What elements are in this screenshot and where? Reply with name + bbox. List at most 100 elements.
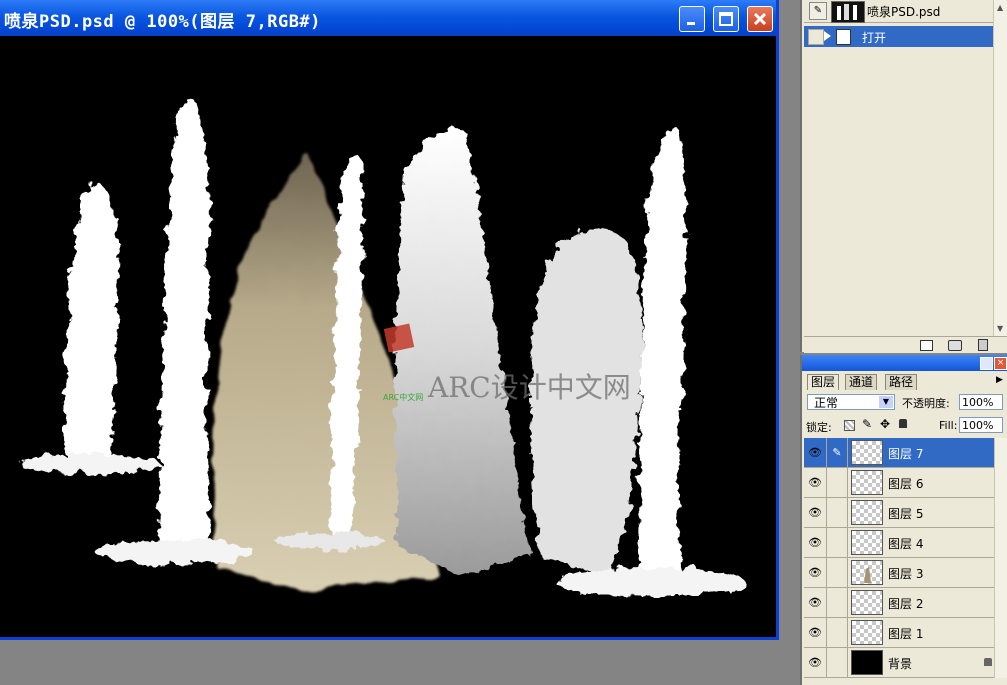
tab-label: 图层 bbox=[811, 375, 836, 389]
layer-thumbnail bbox=[851, 590, 883, 615]
brush-icon: ✎ bbox=[832, 446, 842, 459]
fill-label: Fill: bbox=[939, 419, 958, 432]
document-titlebar[interactable]: 喷泉PSD.psd @ 100%(图层 7,RGB#) bbox=[0, 0, 776, 36]
chevron-down-icon: ▼ bbox=[879, 396, 893, 408]
layer-name: 图层 4 bbox=[888, 537, 924, 551]
link-cell[interactable] bbox=[827, 648, 848, 677]
layer-name: 图层 5 bbox=[888, 507, 924, 521]
layer-row-3[interactable]: 👁 图层 3 bbox=[804, 558, 1007, 588]
layer-row-2[interactable]: 👁 图层 2 bbox=[804, 588, 1007, 618]
layers-scrollbar[interactable] bbox=[994, 438, 1007, 678]
blend-mode-select[interactable]: 正常 ▼ bbox=[807, 394, 895, 410]
lock-move-icon[interactable]: ✥ bbox=[880, 417, 890, 431]
layers-panel-titlebar[interactable]: × bbox=[802, 355, 1007, 371]
link-cell[interactable] bbox=[827, 528, 848, 557]
document-window: 喷泉PSD.psd @ 100%(图层 7,RGB#) ARC设计中文网 ARC… bbox=[0, 0, 779, 640]
layers-panel: × 图层 通道 路径 ▶ 正常 ▼ 不透明度: 100% 锁定: ✎ ✥ Fil… bbox=[800, 355, 1007, 685]
opacity-value: 100% bbox=[962, 396, 994, 409]
trash-icon[interactable] bbox=[978, 339, 988, 351]
eye-icon: 👁 bbox=[808, 446, 822, 459]
tab-label: 通道 bbox=[849, 375, 874, 389]
layer-thumbnail bbox=[851, 500, 883, 525]
link-cell[interactable]: ✎ bbox=[827, 438, 848, 467]
history-scrollbar[interactable]: ▲ ▼ bbox=[993, 0, 1007, 336]
visibility-toggle[interactable]: 👁 bbox=[804, 468, 827, 497]
link-cell[interactable] bbox=[827, 588, 848, 617]
lock-transparent-icon[interactable] bbox=[844, 420, 855, 431]
visibility-toggle[interactable]: 👁 bbox=[804, 618, 827, 647]
layer-thumbnail bbox=[851, 560, 883, 585]
eye-icon: 👁 bbox=[808, 656, 822, 669]
layer-row-7[interactable]: 👁 ✎ 图层 7 bbox=[804, 438, 1007, 468]
new-document-from-state-icon[interactable] bbox=[920, 340, 933, 351]
panel-close-icon[interactable]: × bbox=[994, 357, 1007, 370]
maximize-icon bbox=[719, 12, 733, 26]
lock-all-icon[interactable] bbox=[899, 419, 907, 428]
opacity-label: 不透明度: bbox=[902, 397, 950, 410]
opacity-field[interactable]: 100% bbox=[959, 394, 1003, 410]
tab-layers[interactable]: 图层 bbox=[807, 374, 840, 390]
history-panel: ✎ 喷泉PSD.psd 打开 ▲ ▼ bbox=[800, 0, 1007, 353]
image-canvas[interactable]: ARC设计中文网 ARC中文网 bbox=[0, 36, 776, 637]
snapshot-thumbnail bbox=[831, 1, 865, 23]
layer-row-4[interactable]: 👁 图层 4 bbox=[804, 528, 1007, 558]
eye-icon: 👁 bbox=[808, 596, 822, 609]
layer-thumbnail bbox=[851, 470, 883, 495]
maximize-button[interactable] bbox=[713, 6, 739, 32]
layer-thumbnail bbox=[851, 650, 883, 675]
camera-icon[interactable] bbox=[948, 340, 962, 351]
history-source-box bbox=[808, 29, 824, 45]
layer-row-1[interactable]: 👁 图层 1 bbox=[804, 618, 1007, 648]
link-cell[interactable] bbox=[827, 618, 848, 647]
eye-icon: 👁 bbox=[808, 506, 822, 519]
tab-channels[interactable]: 通道 bbox=[845, 374, 878, 390]
link-cell[interactable] bbox=[827, 558, 848, 587]
eye-icon: 👁 bbox=[808, 626, 822, 639]
layer-row-5[interactable]: 👁 图层 5 bbox=[804, 498, 1007, 528]
layer-name: 背景 bbox=[888, 657, 913, 671]
watermark-subtext: ARC中文网 bbox=[383, 393, 424, 402]
scroll-up-icon: ▲ bbox=[997, 3, 1004, 12]
eye-icon: 👁 bbox=[808, 566, 822, 579]
panel-menu-arrow-icon[interactable]: ▶ bbox=[996, 375, 1003, 385]
link-cell[interactable] bbox=[827, 498, 848, 527]
minimize-button[interactable] bbox=[679, 6, 705, 32]
eye-icon: 👁 bbox=[808, 536, 822, 549]
visibility-toggle[interactable]: 👁 bbox=[804, 588, 827, 617]
document-title: 喷泉PSD.psd @ 100%(图层 7,RGB#) bbox=[4, 12, 321, 32]
link-cell[interactable] bbox=[827, 468, 848, 497]
visibility-toggle[interactable]: 👁 bbox=[804, 498, 827, 527]
layer-thumbnail bbox=[851, 620, 883, 645]
layer-row-6[interactable]: 👁 图层 6 bbox=[804, 468, 1007, 498]
visibility-toggle[interactable]: 👁 bbox=[804, 528, 827, 557]
lock-icon bbox=[984, 658, 992, 666]
layer-thumbnail bbox=[851, 440, 883, 465]
layer-name: 图层 7 bbox=[888, 447, 924, 461]
history-snapshot-row[interactable]: ✎ 喷泉PSD.psd bbox=[804, 0, 1007, 23]
document-icon bbox=[836, 29, 851, 45]
history-item-open[interactable]: 打开 bbox=[804, 26, 996, 47]
close-button[interactable] bbox=[747, 6, 773, 32]
fill-field[interactable]: 100% bbox=[959, 417, 1003, 433]
close-icon bbox=[753, 12, 767, 26]
visibility-toggle[interactable]: 👁 bbox=[804, 438, 827, 467]
layer-name: 图层 3 bbox=[888, 567, 924, 581]
visibility-toggle[interactable]: 👁 bbox=[804, 648, 827, 677]
watermark-text: ARC设计中文网 bbox=[428, 371, 631, 404]
layer-name: 图层 6 bbox=[888, 477, 924, 491]
fountain-image bbox=[20, 99, 745, 596]
eye-icon: 👁 bbox=[808, 476, 822, 489]
panel-minimize-icon[interactable] bbox=[980, 357, 993, 370]
lock-brush-icon[interactable]: ✎ bbox=[862, 417, 872, 431]
scroll-down-icon: ▼ bbox=[997, 324, 1004, 333]
minimize-icon bbox=[687, 22, 695, 25]
blend-mode-value: 正常 bbox=[814, 396, 839, 410]
brush-icon: ✎ bbox=[809, 2, 827, 20]
layer-row-background[interactable]: 👁 背景 bbox=[804, 648, 1007, 678]
layer-name: 图层 1 bbox=[888, 627, 924, 641]
visibility-toggle[interactable]: 👁 bbox=[804, 558, 827, 587]
snapshot-name: 喷泉PSD.psd bbox=[867, 5, 941, 19]
tab-paths[interactable]: 路径 bbox=[885, 374, 918, 390]
history-state-icon bbox=[824, 31, 831, 41]
layer-name: 图层 2 bbox=[888, 597, 924, 611]
